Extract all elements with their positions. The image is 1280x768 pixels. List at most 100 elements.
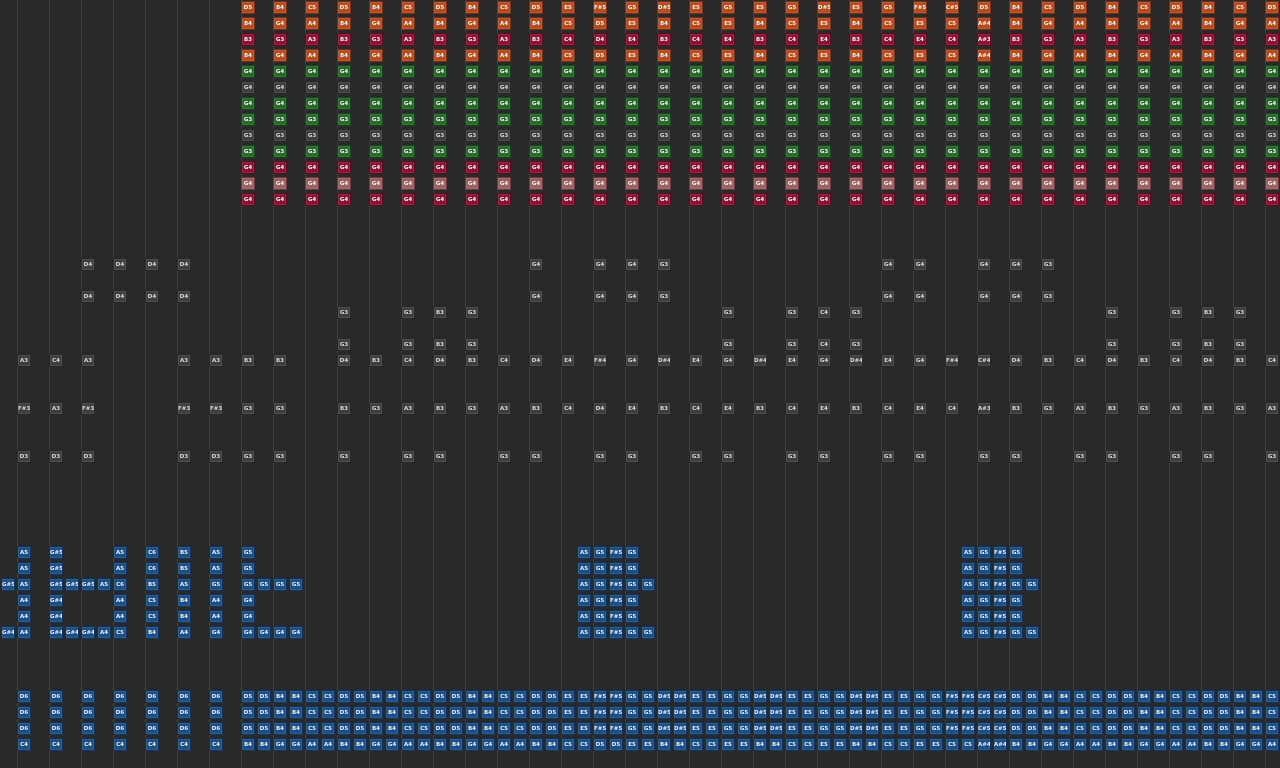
note-block[interactable]: C5 — [1169, 722, 1183, 735]
note-block[interactable]: B4 — [353, 738, 367, 751]
note-block[interactable]: G4 — [1041, 161, 1055, 174]
note-block[interactable]: G3 — [465, 129, 479, 142]
note-block[interactable]: B3 — [1233, 354, 1247, 367]
note-block[interactable]: G3 — [401, 129, 415, 142]
note-block[interactable]: C5 — [1089, 706, 1103, 719]
note-block[interactable]: F#5 — [609, 690, 623, 703]
note-block[interactable]: G4 — [401, 65, 415, 78]
note-block[interactable]: G4 — [433, 81, 447, 94]
note-block[interactable]: G4 — [1009, 97, 1023, 110]
note-block[interactable]: G4 — [1265, 65, 1279, 78]
note-block[interactable]: G3 — [721, 306, 735, 319]
note-block[interactable]: G3 — [529, 145, 543, 158]
note-block[interactable]: G3 — [561, 145, 575, 158]
note-block[interactable]: B4 — [657, 738, 671, 751]
note-block[interactable]: D#5 — [753, 722, 767, 735]
note-block[interactable]: G4 — [913, 161, 927, 174]
note-block[interactable]: G3 — [753, 129, 767, 142]
note-block[interactable]: B3 — [241, 33, 255, 46]
note-block[interactable]: G4 — [1105, 193, 1119, 206]
note-block[interactable]: G3 — [625, 145, 639, 158]
note-block[interactable]: G3 — [401, 145, 415, 158]
note-block[interactable]: C4 — [17, 738, 31, 751]
note-block[interactable]: G4 — [625, 65, 639, 78]
note-block[interactable]: G5 — [913, 722, 927, 735]
note-block[interactable]: B4 — [241, 49, 255, 62]
note-block[interactable]: C4 — [49, 354, 63, 367]
note-block[interactable]: G3 — [785, 113, 799, 126]
note-block[interactable]: C5 — [321, 706, 335, 719]
note-block[interactable]: D6 — [81, 690, 95, 703]
note-block[interactable]: B4 — [481, 722, 495, 735]
note-block[interactable]: G5 — [625, 578, 639, 591]
note-block[interactable]: C5 — [689, 49, 703, 62]
note-block[interactable]: G4 — [433, 97, 447, 110]
note-block[interactable]: A5 — [97, 578, 111, 591]
note-block[interactable]: G3 — [721, 113, 735, 126]
note-block[interactable]: G3 — [593, 145, 607, 158]
note-block[interactable]: G3 — [657, 113, 671, 126]
note-block[interactable]: G#4 — [65, 626, 79, 639]
note-block[interactable]: B4 — [529, 738, 543, 751]
note-block[interactable]: G4 — [257, 626, 271, 639]
note-block[interactable]: G3 — [561, 113, 575, 126]
note-block[interactable]: E5 — [625, 17, 639, 30]
note-block[interactable]: G5 — [625, 722, 639, 735]
note-block[interactable]: G3 — [1233, 306, 1247, 319]
note-block[interactable]: F#5 — [961, 690, 975, 703]
note-block[interactable]: B4 — [1009, 49, 1023, 62]
note-block[interactable]: G4 — [465, 81, 479, 94]
note-block[interactable]: E5 — [561, 690, 575, 703]
note-block[interactable]: F#4 — [945, 354, 959, 367]
note-block[interactable]: G4 — [849, 177, 863, 190]
note-block[interactable]: G3 — [593, 113, 607, 126]
note-block[interactable]: B4 — [1041, 722, 1055, 735]
note-block[interactable]: E5 — [625, 738, 639, 751]
note-block[interactable]: E5 — [561, 722, 575, 735]
note-block[interactable]: G3 — [817, 129, 831, 142]
note-block[interactable]: G4 — [1105, 97, 1119, 110]
note-block[interactable]: G3 — [465, 338, 479, 351]
note-block[interactable]: D4 — [593, 33, 607, 46]
note-block[interactable]: G3 — [913, 450, 927, 463]
note-block[interactable]: A4 — [1169, 738, 1183, 751]
note-block[interactable]: G4 — [721, 97, 735, 110]
note-block[interactable]: G4 — [1233, 17, 1247, 30]
note-block[interactable]: F#5 — [609, 706, 623, 719]
note-block[interactable]: B4 — [369, 1, 383, 14]
note-block[interactable]: G4 — [241, 626, 255, 639]
note-block[interactable]: B4 — [1153, 690, 1167, 703]
note-block[interactable]: G4 — [1233, 193, 1247, 206]
note-block[interactable]: G4 — [1009, 177, 1023, 190]
note-block[interactable]: D6 — [81, 706, 95, 719]
note-block[interactable]: G3 — [1201, 113, 1215, 126]
note-block[interactable]: G5 — [817, 722, 831, 735]
note-block[interactable]: G4 — [625, 290, 639, 303]
note-block[interactable]: B4 — [545, 738, 559, 751]
note-block[interactable]: B3 — [1105, 402, 1119, 415]
note-block[interactable]: E5 — [641, 738, 655, 751]
note-block[interactable]: A5 — [577, 578, 591, 591]
note-block[interactable]: G4 — [881, 161, 895, 174]
note-block[interactable]: G4 — [1105, 65, 1119, 78]
note-block[interactable]: G3 — [849, 129, 863, 142]
note-block[interactable]: G4 — [241, 594, 255, 607]
note-block[interactable]: G5 — [273, 578, 287, 591]
note-block[interactable]: B3 — [529, 402, 543, 415]
note-block[interactable]: B3 — [1201, 338, 1215, 351]
note-block[interactable]: E5 — [721, 17, 735, 30]
note-block[interactable]: C5 — [513, 722, 527, 735]
note-block[interactable]: E5 — [577, 722, 591, 735]
note-block[interactable]: B4 — [145, 626, 159, 639]
note-block[interactable]: B4 — [1153, 706, 1167, 719]
note-block[interactable]: G4 — [529, 193, 543, 206]
note-block[interactable]: A5 — [577, 626, 591, 639]
note-block[interactable]: G4 — [289, 626, 303, 639]
note-block[interactable]: G3 — [593, 129, 607, 142]
note-block[interactable]: D5 — [529, 722, 543, 735]
note-block[interactable]: B4 — [849, 738, 863, 751]
note-block[interactable]: G5 — [737, 722, 751, 735]
note-block[interactable]: G4 — [497, 161, 511, 174]
note-block[interactable]: G4 — [753, 177, 767, 190]
note-block[interactable]: G4 — [561, 97, 575, 110]
